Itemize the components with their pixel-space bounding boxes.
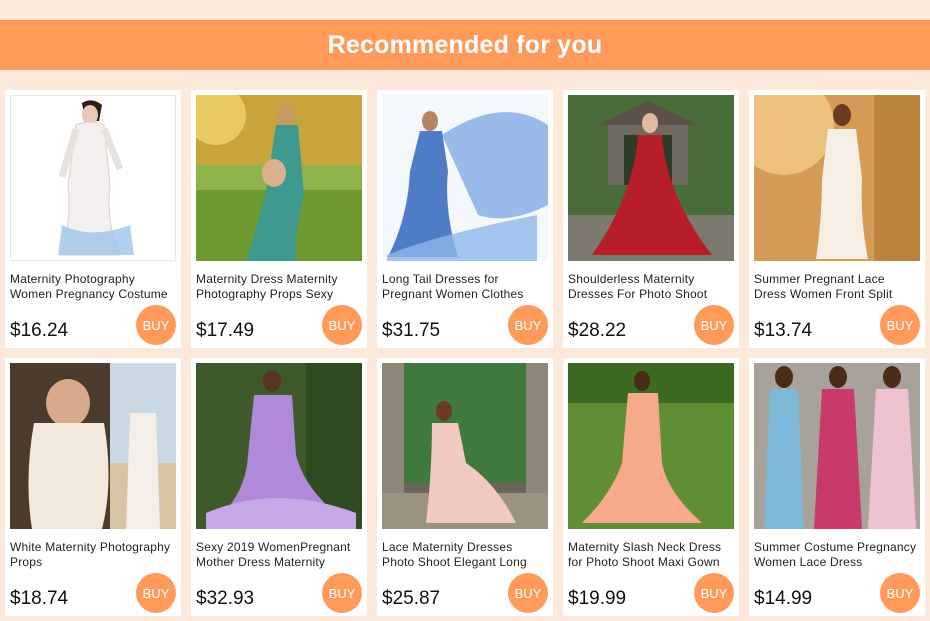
buy-button[interactable]: BUY bbox=[136, 305, 176, 345]
product-image[interactable] bbox=[568, 363, 734, 529]
product-price: $28.22 bbox=[568, 320, 627, 341]
buy-button[interactable]: BUY bbox=[880, 573, 920, 613]
product-price: $13.74 bbox=[754, 320, 813, 341]
product-card[interactable]: Maternity Dress Maternity Photography Pr… bbox=[191, 90, 367, 348]
product-card[interactable]: Lace Maternity Dresses Photo Shoot Elega… bbox=[377, 358, 553, 616]
product-card[interactable]: Long Tail Dresses for Pregnant Women Clo… bbox=[377, 90, 553, 348]
buy-button[interactable]: BUY bbox=[508, 305, 548, 345]
product-card[interactable]: Sexy 2019 WomenPregnant Mother Dress Mat… bbox=[191, 358, 367, 616]
section-title: Recommended for you bbox=[327, 30, 603, 59]
product-image[interactable] bbox=[568, 95, 734, 261]
product-image[interactable] bbox=[10, 363, 176, 529]
product-title[interactable]: Summer Pregnant Lace Dress Women Front S… bbox=[754, 272, 920, 302]
product-image[interactable] bbox=[754, 95, 920, 261]
product-price: $25.87 bbox=[382, 588, 441, 609]
product-image[interactable] bbox=[196, 95, 362, 261]
product-image[interactable] bbox=[382, 363, 548, 529]
product-image[interactable] bbox=[754, 363, 920, 529]
product-card[interactable]: Shoulderless Maternity Dresses For Photo… bbox=[563, 90, 739, 348]
product-price: $31.75 bbox=[382, 320, 441, 341]
buy-button[interactable]: BUY bbox=[136, 573, 176, 613]
product-price: $17.49 bbox=[196, 320, 255, 341]
product-image[interactable] bbox=[382, 95, 548, 261]
product-price: $18.74 bbox=[10, 588, 69, 609]
buy-button[interactable]: BUY bbox=[322, 573, 362, 613]
product-title[interactable]: Long Tail Dresses for Pregnant Women Clo… bbox=[382, 272, 548, 302]
buy-button[interactable]: BUY bbox=[694, 305, 734, 345]
product-title[interactable]: Maternity Photography Women Pregnancy Co… bbox=[10, 272, 176, 302]
product-title[interactable]: White Maternity Photography Props bbox=[10, 540, 176, 570]
product-image[interactable] bbox=[10, 95, 176, 261]
product-title[interactable]: Maternity Dress Maternity Photography Pr… bbox=[196, 272, 362, 302]
product-image[interactable] bbox=[196, 363, 362, 529]
product-price: $32.93 bbox=[196, 588, 255, 609]
product-card[interactable]: White Maternity Photography Props $18.74… bbox=[5, 358, 181, 616]
buy-button[interactable]: BUY bbox=[322, 305, 362, 345]
buy-button[interactable]: BUY bbox=[880, 305, 920, 345]
product-title[interactable]: Sexy 2019 WomenPregnant Mother Dress Mat… bbox=[196, 540, 362, 570]
product-title[interactable]: Shoulderless Maternity Dresses For Photo… bbox=[568, 272, 734, 302]
product-grid: Maternity Photography Women Pregnancy Co… bbox=[5, 90, 925, 616]
product-title[interactable]: Summer Costume Pregnancy Women Lace Dres… bbox=[754, 540, 920, 570]
product-price: $19.99 bbox=[568, 588, 627, 609]
product-card[interactable]: Summer Costume Pregnancy Women Lace Dres… bbox=[749, 358, 925, 616]
product-card[interactable]: Maternity Slash Neck Dress for Photo Sho… bbox=[563, 358, 739, 616]
product-price: $14.99 bbox=[754, 588, 813, 609]
buy-button[interactable]: BUY bbox=[694, 573, 734, 613]
product-title[interactable]: Maternity Slash Neck Dress for Photo Sho… bbox=[568, 540, 734, 570]
buy-button[interactable]: BUY bbox=[508, 573, 548, 613]
product-card[interactable]: Maternity Photography Women Pregnancy Co… bbox=[5, 90, 181, 348]
recommended-banner: Recommended for you bbox=[0, 20, 930, 70]
product-title[interactable]: Lace Maternity Dresses Photo Shoot Elega… bbox=[382, 540, 548, 570]
product-price: $16.24 bbox=[10, 320, 69, 341]
product-card[interactable]: Summer Pregnant Lace Dress Women Front S… bbox=[749, 90, 925, 348]
